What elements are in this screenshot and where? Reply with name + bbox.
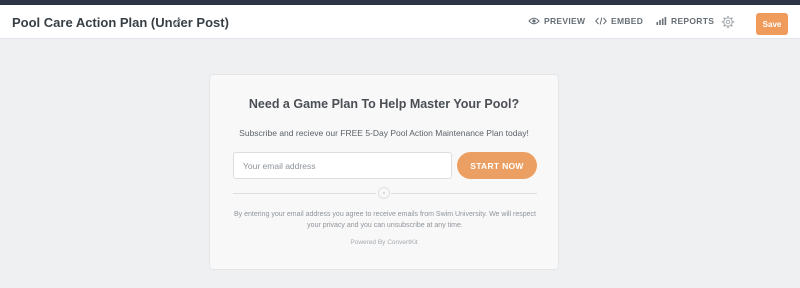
privacy-disclaimer: By entering your email address you agree… (233, 211, 537, 229)
form-heading: Need a Game Plan To Help Master Your Poo… (248, 97, 520, 111)
reports-link[interactable]: REPORTS (656, 16, 714, 26)
form-subheading: Subscribe and recieve our FREE 5-Day Poo… (239, 128, 529, 138)
app-header: Pool Care Action Plan (Under Post) PREVI… (0, 5, 800, 39)
reports-label: REPORTS (671, 16, 715, 26)
page-title: Pool Care Action Plan (Under Post) (12, 15, 229, 30)
embed-label: EMBED (611, 16, 644, 26)
pencil-icon[interactable] (173, 17, 182, 26)
start-now-button[interactable]: START NOW (457, 152, 537, 179)
divider-left (233, 193, 376, 194)
save-button[interactable]: Save (756, 13, 788, 35)
embed-link[interactable]: EMBED (595, 16, 643, 26)
powered-by-link[interactable]: Powered By ConvertKit (210, 239, 558, 246)
signup-form-card: Need a Game Plan To Help Master Your Poo… (209, 74, 559, 270)
divider-add-icon[interactable] (378, 187, 390, 199)
preview-link[interactable]: PREVIEW (528, 16, 585, 26)
preview-label: PREVIEW (544, 16, 586, 26)
gear-icon[interactable] (721, 15, 735, 29)
eye-icon (528, 17, 540, 25)
bar-chart-icon (656, 17, 667, 25)
email-field[interactable] (233, 152, 452, 179)
divider-right (391, 193, 537, 194)
code-icon (595, 17, 607, 25)
